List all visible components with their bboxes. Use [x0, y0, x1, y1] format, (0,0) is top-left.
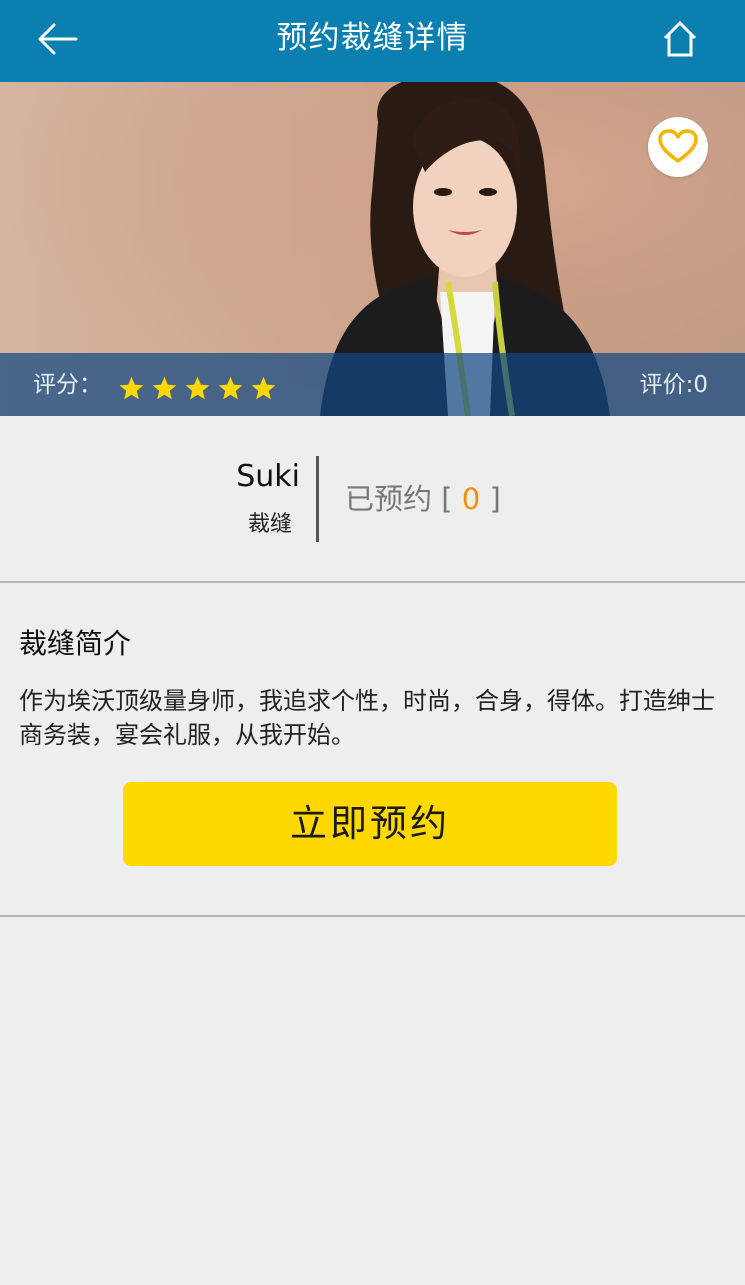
intro-heading: 裁缝简介: [19, 627, 132, 660]
home-button[interactable]: [652, 14, 708, 66]
star-icon: [152, 376, 177, 400]
star-icon: [251, 376, 276, 400]
page-title: 预约裁缝详情: [276, 20, 469, 56]
booked-bracket-close: ]: [489, 482, 501, 516]
booked-count-value: 0: [461, 482, 481, 516]
booked-bracket-open: [: [441, 482, 453, 516]
rating-label: 评分：: [33, 372, 102, 398]
rating-stars: [118, 375, 283, 405]
section-divider: [0, 581, 745, 583]
home-icon: [663, 20, 697, 57]
section-divider: [0, 915, 745, 917]
star-icon: [218, 376, 243, 400]
review-count: 评价:0: [639, 372, 708, 398]
vertical-divider: [316, 456, 319, 542]
booked-label: 已预约: [345, 482, 433, 516]
intro-description: 作为埃沃顶级量身师，我追求个性，时尚，合身，得体。打造绅士商务装，宴会礼服，从我…: [19, 687, 715, 749]
heart-outline-icon: [658, 129, 698, 163]
star-icon: [119, 376, 144, 400]
top-navigation-bar: 预约裁缝详情: [0, 0, 745, 82]
book-now-button[interactable]: 立即预约: [123, 782, 617, 866]
tailor-role: 裁缝: [247, 512, 292, 537]
booking-count: 已预约 [ 0 ]: [345, 480, 501, 518]
star-icon: [185, 376, 210, 400]
rating-bar: 评分： 评价:0: [0, 353, 745, 416]
tailor-name: Suki: [236, 459, 300, 494]
tailor-photo-banner: 评分： 评价:0: [0, 82, 745, 416]
favorite-button[interactable]: [648, 117, 708, 177]
